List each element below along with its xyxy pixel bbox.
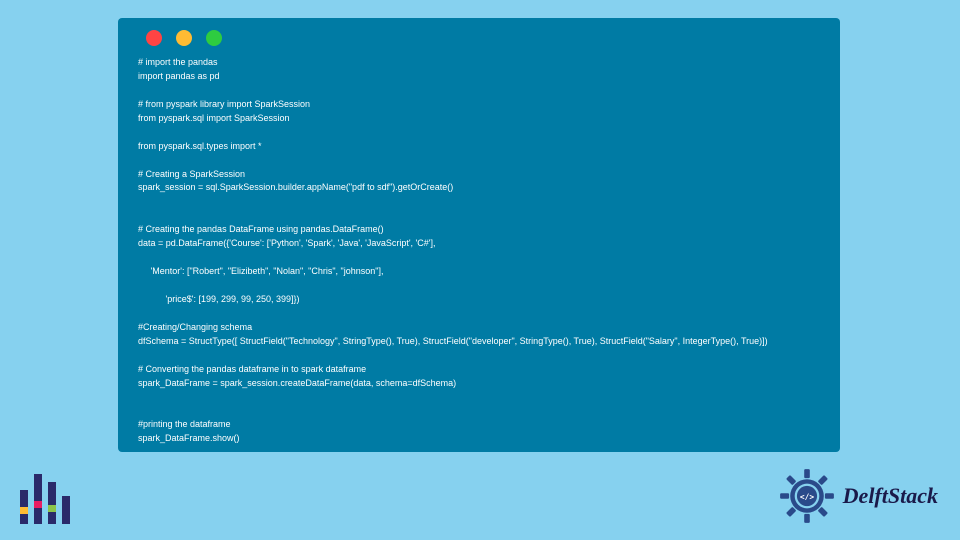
svg-text:</>: </>	[800, 492, 814, 501]
left-logo-icon	[20, 470, 74, 524]
close-dot-icon	[146, 30, 162, 46]
maximize-dot-icon	[206, 30, 222, 46]
code-block: # import the pandas import pandas as pd …	[138, 56, 820, 446]
gear-icon: </>	[779, 468, 835, 524]
minimize-dot-icon	[176, 30, 192, 46]
window-controls	[146, 30, 820, 46]
code-window: # import the pandas import pandas as pd …	[118, 18, 840, 452]
delftstack-text: DelftStack	[843, 483, 938, 509]
delftstack-logo: </> DelftStack	[779, 468, 938, 524]
